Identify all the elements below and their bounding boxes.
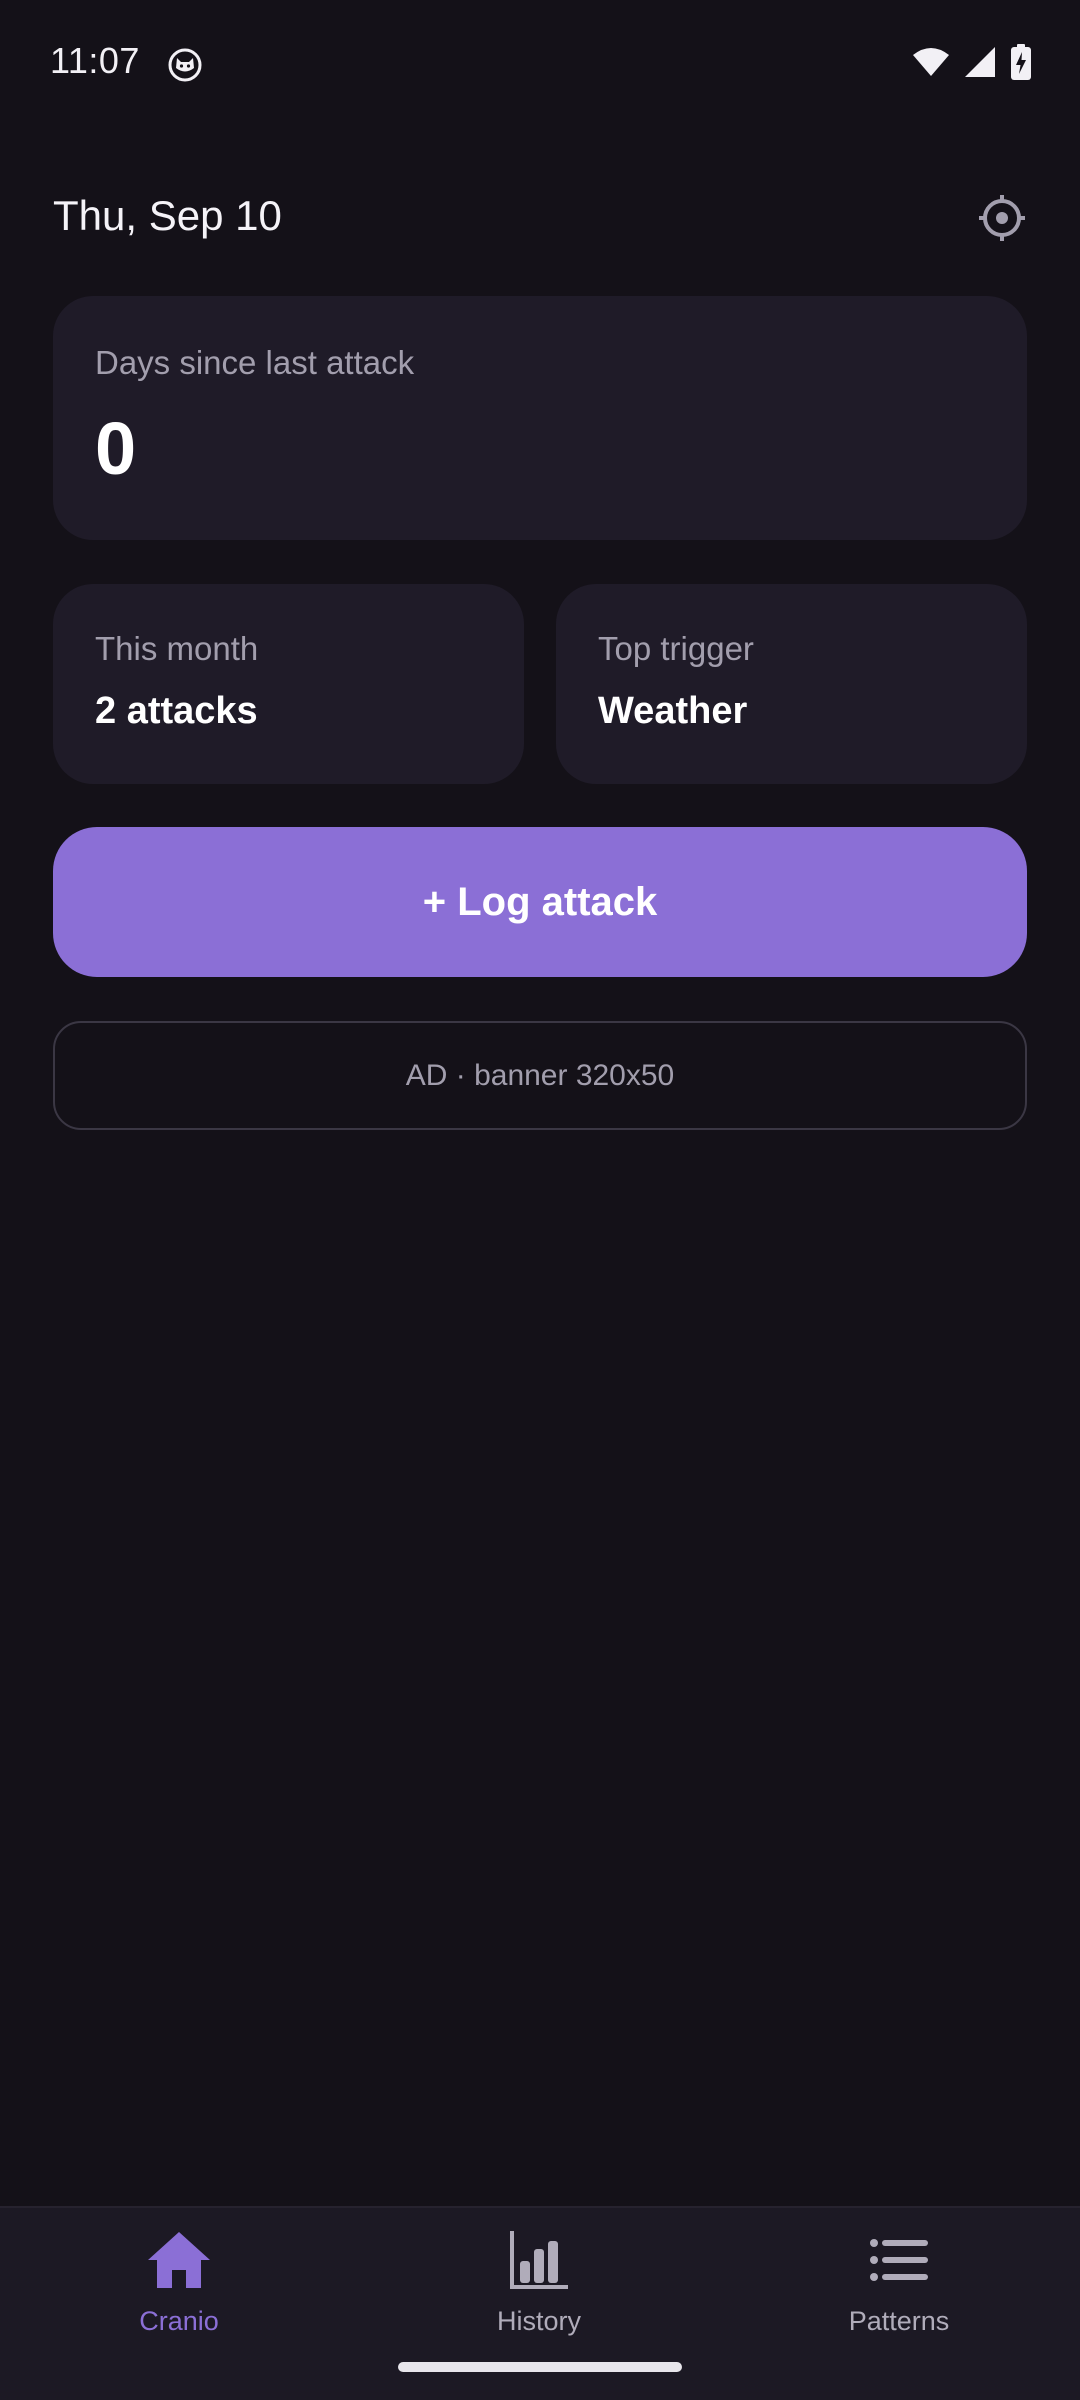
settings-button[interactable] [976, 194, 1028, 246]
ad-banner[interactable]: AD · banner 320x50 [53, 1021, 1027, 1130]
bar-chart-icon [504, 2228, 574, 2292]
days-since-card: Days since last attack 0 [53, 296, 1027, 540]
top-trigger-value: Weather [598, 690, 748, 732]
battery-charging-icon [1010, 44, 1032, 85]
ad-banner-text: AD · banner 320x50 [405, 1058, 675, 1092]
home-icon [144, 2228, 214, 2292]
home-indicator[interactable] [398, 2362, 682, 2372]
cat-face-icon [168, 48, 202, 82]
this-month-label: This month [95, 630, 259, 667]
nav-label-patterns: Patterns [848, 2306, 950, 2336]
nav-item-cranio[interactable]: Cranio [79, 2228, 279, 2358]
days-since-value: 0 [95, 407, 137, 490]
nav-item-history[interactable]: History [439, 2228, 639, 2358]
status-time: 11:07 [50, 40, 140, 81]
date-title: Thu, Sep 10 [53, 192, 282, 239]
status-bar: 11:07 [0, 0, 1080, 130]
log-attack-button[interactable]: + Log attack [53, 827, 1027, 977]
settings-icon [977, 193, 1027, 248]
list-icon [864, 2228, 934, 2292]
nav-label-cranio: Cranio [139, 2306, 219, 2336]
cell-signal-icon [964, 46, 996, 83]
top-trigger-card: Top trigger Weather [556, 584, 1027, 784]
top-trigger-label: Top trigger [598, 630, 754, 667]
nav-label-history: History [496, 2306, 581, 2336]
this-month-value: 2 attacks [95, 690, 258, 732]
status-icons [912, 44, 1032, 85]
home-screen: 11:07 Thu, Sep 10 Days since last attack… [0, 0, 1080, 2400]
this-month-card: This month 2 attacks [53, 584, 524, 784]
days-since-label: Days since last attack [95, 344, 415, 381]
wifi-icon [912, 47, 950, 82]
nav-item-patterns[interactable]: Patterns [799, 2228, 999, 2358]
